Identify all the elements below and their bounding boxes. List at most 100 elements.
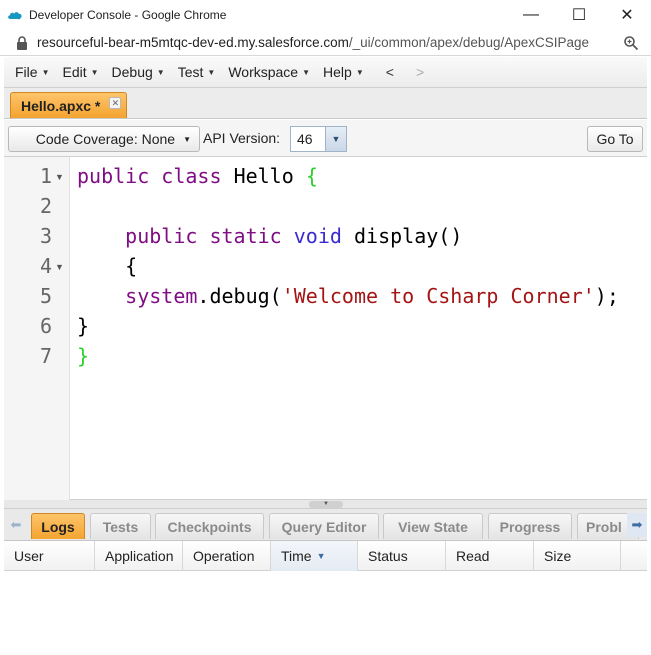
tab-logs[interactable]: Logs: [31, 513, 85, 539]
code-line-7: }: [77, 344, 89, 368]
caret-down-icon: ▼: [90, 67, 99, 77]
api-version-select[interactable]: 46 ▼: [290, 126, 347, 152]
code-line-3: public static void display(): [77, 224, 462, 248]
menu-test[interactable]: Test ▼: [178, 64, 216, 80]
column-user[interactable]: User: [4, 541, 95, 571]
sort-descending-icon: ▼: [316, 551, 326, 561]
column-read[interactable]: Read: [446, 541, 534, 571]
code-line-4: {: [77, 254, 137, 278]
editor-toolbar: Code Coverage: None ▼ API Version: 46 ▼ G…: [4, 120, 647, 157]
go-to-button[interactable]: Go To: [587, 126, 643, 152]
method-name: display(): [353, 224, 463, 248]
keyword: public: [77, 164, 150, 188]
code-line-6: }: [77, 314, 89, 338]
keyword: class: [161, 164, 222, 188]
menu-file[interactable]: File ▼: [15, 64, 49, 80]
line-number: 5: [39, 284, 52, 308]
logs-grid-body[interactable]: [4, 571, 647, 655]
class-name: Hello: [233, 164, 294, 188]
menu-edit-label: Edit: [62, 64, 87, 80]
salesforce-logo-icon: [8, 12, 22, 20]
maximize-button[interactable]: ☐: [555, 0, 603, 30]
statement-end: );: [594, 284, 619, 308]
menu-debug[interactable]: Debug ▼: [112, 64, 165, 80]
caret-down-icon: ▼: [355, 67, 364, 77]
menu-workspace[interactable]: Workspace ▼: [228, 64, 310, 80]
line-number: 7: [39, 344, 52, 368]
keyword: public: [125, 224, 198, 248]
url-path: /_ui/common/apex/debug/ApexCSIPage: [348, 35, 590, 50]
menu-file-label: File: [15, 64, 38, 80]
tab-tests[interactable]: Tests: [90, 513, 151, 539]
caret-down-icon: ▼: [41, 67, 50, 77]
logs-grid-header: User Application Operation Time ▼ Status …: [4, 541, 647, 571]
nav-back-button[interactable]: <: [386, 64, 394, 80]
api-version-value: 46: [297, 131, 313, 147]
matched-brace: {: [305, 164, 318, 188]
menu-edit[interactable]: Edit ▼: [62, 64, 98, 80]
tab-query-editor[interactable]: Query Editor: [269, 513, 379, 539]
scroll-left-icon[interactable]: ⬅: [6, 513, 26, 537]
window-title: Developer Console - Google Chrome: [29, 8, 227, 22]
tab-view-state[interactable]: View State: [383, 513, 483, 539]
tab-checkpoints[interactable]: Checkpoints: [155, 513, 264, 539]
keyword: static: [209, 224, 282, 248]
menu-help-label: Help: [323, 64, 352, 80]
code-coverage-dropdown[interactable]: Code Coverage: None ▼: [8, 126, 200, 152]
bottom-panel-tabs: ⬅ Logs Tests Checkpoints Query Editor Vi…: [4, 509, 647, 541]
file-tab-hello[interactable]: Hello.apxc * ✕: [10, 92, 128, 118]
brace: }: [77, 314, 90, 338]
column-size[interactable]: Size: [534, 541, 621, 571]
string-literal: 'Welcome to Csharp Corner': [281, 284, 595, 308]
keyword: void: [293, 224, 342, 248]
zoom-icon[interactable]: [623, 35, 639, 51]
caret-down-icon: ▼: [302, 67, 311, 77]
code-line-1: public class Hello {: [77, 164, 318, 188]
minimize-button[interactable]: —: [507, 0, 555, 30]
url-text[interactable]: resourceful-bear-m5mtqc-dev-ed.my.salesf…: [37, 35, 589, 50]
tab-progress[interactable]: Progress: [488, 513, 572, 539]
menu-test-label: Test: [177, 64, 204, 80]
menu-debug-label: Debug: [111, 64, 153, 80]
address-bar[interactable]: resourceful-bear-m5mtqc-dev-ed.my.salesf…: [0, 30, 651, 56]
close-tab-icon[interactable]: ✕: [109, 97, 122, 109]
menu-workspace-label: Workspace: [228, 64, 299, 80]
line-number: 4: [39, 254, 52, 278]
caret-down-icon: ▼: [183, 134, 191, 144]
panel-splitter[interactable]: ▼: [4, 500, 647, 509]
matched-brace: }: [77, 344, 90, 368]
scroll-right-icon[interactable]: ➡: [627, 513, 647, 537]
column-time[interactable]: Time ▼: [271, 541, 358, 571]
code-editor[interactable]: 1 ▼ 2 3 4 ▼ 5 6 7 public class Hello { p…: [4, 157, 647, 500]
line-number: 6: [39, 314, 52, 338]
caret-down-icon: ▼: [207, 67, 216, 77]
fold-arrow-icon[interactable]: ▼: [55, 262, 64, 272]
line-number: 3: [39, 224, 52, 248]
fold-arrow-icon[interactable]: ▼: [55, 172, 64, 182]
api-version-label: API Version:: [203, 130, 281, 146]
brace: {: [125, 254, 138, 278]
caret-down-icon: ▼: [156, 67, 165, 77]
column-status[interactable]: Status: [358, 541, 446, 571]
nav-forward-button[interactable]: >: [416, 64, 424, 80]
column-operation[interactable]: Operation: [183, 541, 271, 571]
browser-title-bar: Developer Console - Google Chrome — ☐ ✕: [0, 0, 651, 30]
line-number: 1: [39, 164, 52, 188]
code-coverage-label: Code Coverage: None: [35, 131, 176, 147]
lock-icon: [17, 35, 27, 50]
file-tab-strip: Hello.apxc * ✕: [4, 88, 647, 119]
column-time-label: Time: [281, 548, 312, 564]
line-number: 2: [39, 194, 52, 218]
close-window-button[interactable]: ✕: [603, 0, 651, 30]
line-gutter: 1 ▼ 2 3 4 ▼ 5 6 7: [4, 157, 70, 500]
menu-help[interactable]: Help ▼: [323, 64, 364, 80]
url-host: resourceful-bear-m5mtqc-dev-ed.my.salesf…: [37, 35, 349, 50]
system-object: system: [125, 284, 198, 308]
column-application[interactable]: Application: [95, 541, 183, 571]
menu-bar: File ▼ Edit ▼ Debug ▼ Test ▼ Workspace ▼ Help…: [4, 57, 647, 88]
code-line-5: system.debug('Welcome to Csharp Corner')…: [77, 284, 619, 308]
file-tab-label: Hello.apxc *: [21, 97, 101, 114]
chevron-down-icon[interactable]: ▼: [325, 127, 346, 151]
method-call: .debug(: [197, 284, 282, 308]
splitter-handle-icon[interactable]: ▼: [309, 501, 343, 508]
